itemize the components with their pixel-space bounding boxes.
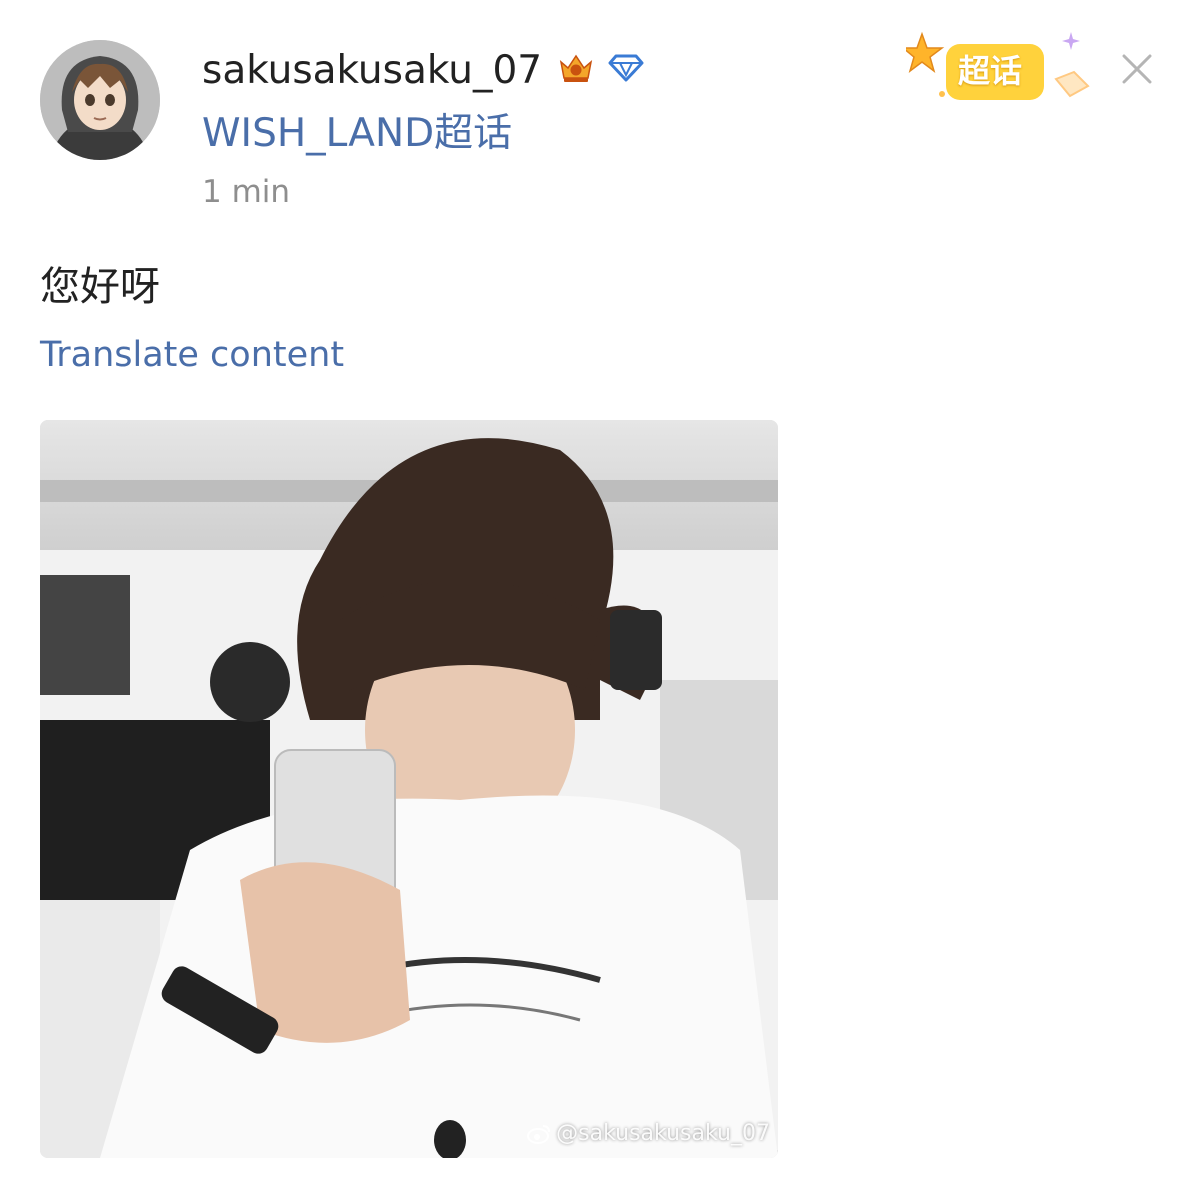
- avatar[interactable]: [40, 40, 160, 160]
- close-button[interactable]: [1118, 50, 1156, 88]
- weibo-icon: [526, 1123, 552, 1145]
- watermark-text: @sakusakusaku_07: [556, 1121, 770, 1146]
- avatar-image: [40, 40, 160, 160]
- photo-watermark: @sakusakusaku_07: [526, 1121, 770, 1146]
- post-photo-image: [40, 420, 778, 1158]
- super-topic-link[interactable]: WISH_LAND超话: [202, 108, 512, 160]
- username[interactable]: sakusakusaku_07: [202, 46, 542, 96]
- user-badges: [558, 50, 644, 90]
- close-icon: [1122, 54, 1152, 84]
- post-text: 您好呀: [40, 264, 160, 310]
- post-time: 1 min: [202, 174, 291, 210]
- super-topic-badge[interactable]: 超话: [900, 24, 1096, 114]
- diamond-icon[interactable]: [608, 53, 644, 87]
- super-topic-badge-label: 超话: [958, 52, 1023, 90]
- translate-content-link[interactable]: Translate content: [40, 334, 344, 376]
- post-photo[interactable]: @sakusakusaku_07: [40, 420, 778, 1158]
- crown-icon[interactable]: [558, 50, 594, 90]
